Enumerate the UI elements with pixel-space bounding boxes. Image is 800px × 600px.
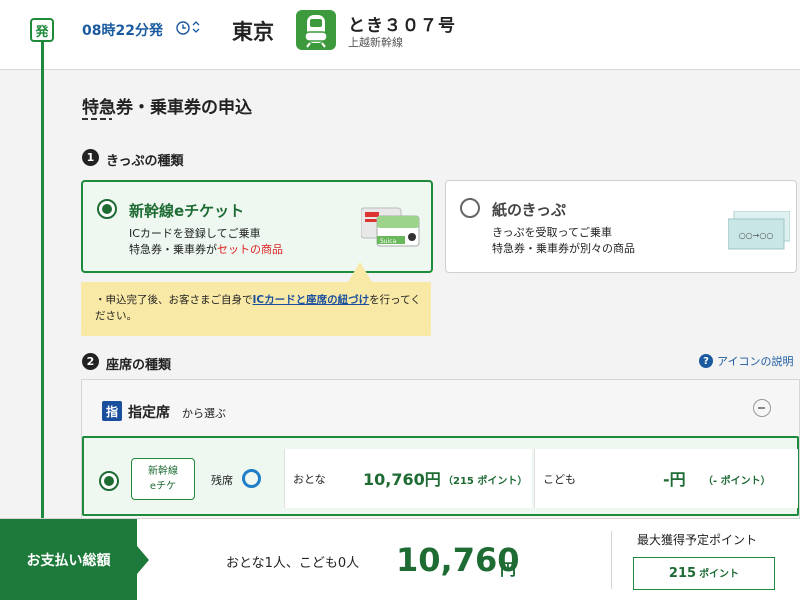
eticket-note: ・申込完了後、お客さまご自身でICカードと座席の紐づけを行ってください。 [81, 282, 431, 336]
points-title: 最大獲得予定ポイント [637, 533, 758, 547]
eticket-description: ICカードを登録してご乗車 特急券・乗車券がセットの商品 [129, 226, 283, 258]
eticket-desc-line2: 特急券・乗車券がセットの商品 [129, 243, 283, 256]
departure-station: 東京 [232, 20, 274, 44]
collapse-icon[interactable] [753, 399, 771, 417]
paper-title: 紙のきっぷ [492, 201, 566, 219]
reserved-seat-icon: 指 [102, 401, 122, 421]
total-currency: 円 [500, 560, 517, 579]
eticket-badge: 新幹線 eチケ [131, 458, 195, 500]
child-fare-price: -円 [663, 470, 686, 489]
eticket-title: 新幹線eチケット [129, 202, 245, 220]
paper-desc-line2: 特急券・乗車券が別々の商品 [492, 242, 635, 255]
paper-ticket-icon: ○○→○○ [728, 211, 790, 250]
departure-badge: 発 [30, 18, 54, 42]
points-unit: ポイント [699, 569, 740, 580]
note-pointer [348, 262, 372, 282]
reserved-seat-title: 指定席 [128, 405, 170, 421]
eticket-highlight: セットの商品 [217, 243, 283, 256]
step-1-label: きっぷの種類 [106, 154, 184, 169]
train-name: とき３０７号 [348, 16, 456, 36]
points-box: 215 ポイント [633, 557, 775, 590]
clock-icon[interactable] [176, 21, 190, 35]
adult-fare-price: 10,760円 [363, 470, 441, 489]
points-value: 215 [668, 566, 697, 581]
child-fare: こども -円 （- ポイント） [534, 449, 798, 508]
ic-link[interactable]: ICカードと座席の紐づけ [253, 294, 370, 306]
icon-help-link[interactable]: ? アイコンの説明 [699, 353, 793, 369]
option-eticket[interactable]: 新幹線eチケット ICカードを登録してご乗車 特急券・乗車券がセットの商品 Su… [81, 180, 433, 273]
child-fare-points: （- ポイント） [703, 476, 771, 487]
suica-logo: Suica [380, 238, 397, 245]
paper-radio[interactable] [460, 198, 480, 218]
paper-description: きっぷを受取ってご乗車 特急券・乗車券が別々の商品 [492, 225, 635, 257]
seat-option-row[interactable]: 新幹線 eチケ 残席 おとな 10,760円 （215 ポイント） こども -円… [82, 436, 799, 516]
payment-footer: お支払い総額 おとな1人、こども0人 10,760 円 最大獲得予定ポイント 2… [0, 518, 800, 600]
sort-icon[interactable] [192, 20, 200, 34]
help-link-label: アイコンの説明 [717, 355, 794, 368]
title-underline [82, 118, 112, 120]
adult-fare-points: （215 ポイント） [443, 476, 528, 487]
note-text: ・申込完了後、お客さまご自身でICカードと座席の紐づけを行ってください。 [95, 294, 421, 322]
ic-card-icon: Suica [361, 207, 420, 247]
train-icon [296, 10, 336, 50]
adult-fare-label: おとな [293, 473, 326, 486]
page-title: 特急券・乗車券の申込 [82, 98, 252, 118]
step-2-label: 座席の種類 [106, 358, 172, 373]
train-header: 発 08時22分発 東京 とき３０７号 上越新幹線 [0, 0, 800, 70]
step-1-number: 1 [82, 149, 99, 166]
journey-timeline [41, 42, 44, 542]
departure-time[interactable]: 08時22分発 [82, 20, 163, 40]
adult-fare: おとな 10,760円 （215 ポイント） [284, 449, 532, 508]
total-label: お支払い総額 [0, 519, 149, 600]
reserved-seat-subtitle: から選ぶ [182, 407, 226, 420]
child-fare-label: こども [543, 473, 576, 486]
option-paper-ticket[interactable]: 紙のきっぷ きっぷを受取ってご乗車 特急券・乗車券が別々の商品 ○○→○○ [445, 180, 797, 273]
vacancy-label: 残席 [211, 474, 233, 487]
train-line: 上越新幹線 [348, 36, 403, 49]
help-icon: ? [699, 354, 713, 368]
passenger-count: おとな1人、こども0人 [226, 556, 360, 571]
seat-option-radio[interactable] [99, 471, 119, 491]
paper-desc-line1: きっぷを受取ってご乗車 [492, 226, 613, 239]
eticket-desc-line1: ICカードを登録してご乗車 [129, 227, 261, 240]
reserved-seat-panel: 指 指定席 から選ぶ 新幹線 eチケ 残席 おとな 10,760円 （215 ポ… [81, 379, 800, 529]
eticket-radio[interactable] [97, 199, 117, 219]
footer-divider [611, 531, 612, 589]
vacancy-icon [242, 469, 261, 488]
paper-ticket-text: ○○→○○ [739, 231, 774, 240]
step-2-number: 2 [82, 353, 99, 370]
